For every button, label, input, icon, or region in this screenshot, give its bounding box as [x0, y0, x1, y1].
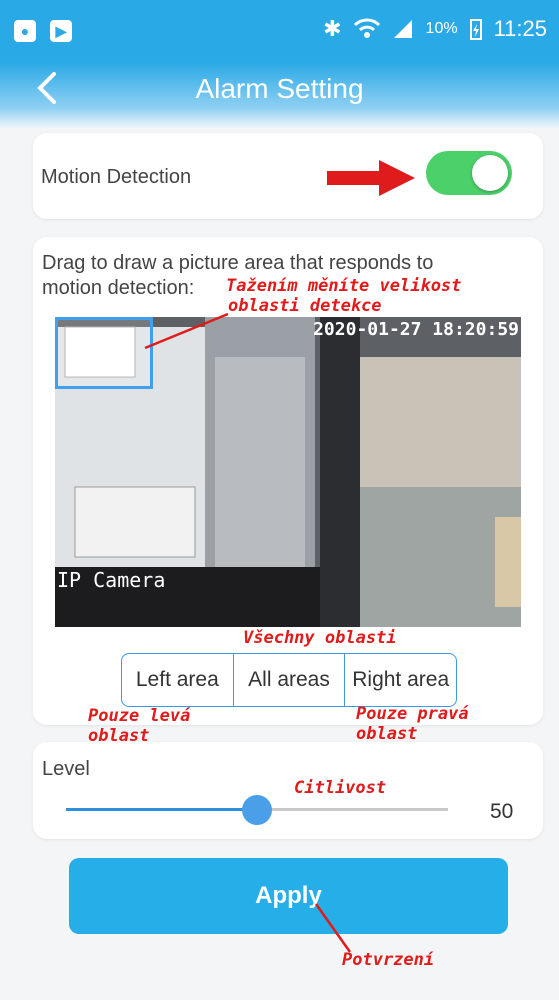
segment-all-areas[interactable]: All areas: [234, 654, 346, 706]
level-label: Level: [42, 758, 90, 780]
annotation-confirm: Potvrzení: [342, 950, 435, 970]
annotation-left-line1: Pouze levá: [88, 706, 191, 726]
notification-video-icon: ▶: [50, 20, 72, 42]
status-bar: ● ▶ ✱ 10% 11:25: [0, 0, 559, 62]
video-camera-label: IP Camera: [57, 568, 166, 592]
toggle-knob: [472, 155, 508, 191]
page-title: Alarm Setting: [195, 73, 364, 104]
segment-left-area[interactable]: Left area: [122, 654, 234, 706]
annotation-line: [144, 312, 229, 350]
signal-icon: [393, 20, 412, 38]
annotation-right-line2: oblast: [356, 724, 418, 744]
bluetooth-icon: ✱: [323, 16, 342, 41]
camera-preview[interactable]: 2020-01-27 18:20:59 IP Camera: [55, 317, 521, 627]
clock: 11:25: [493, 16, 547, 41]
level-value: 50: [490, 800, 514, 823]
notification-location-icon: ●: [14, 20, 36, 42]
area-instruction-line1: Drag to draw a picture area that respond…: [42, 252, 434, 274]
slider-track-fill: [66, 808, 257, 811]
apply-button[interactable]: Apply: [69, 858, 508, 934]
battery-percent: 10%: [425, 20, 458, 37]
area-instruction-line2: motion detection:: [42, 277, 195, 299]
slider-thumb[interactable]: [242, 795, 272, 825]
motion-detection-toggle[interactable]: [426, 151, 512, 195]
wifi-icon: [353, 18, 380, 38]
motion-detection-label: Motion Detection: [41, 166, 192, 188]
battery-icon: [469, 19, 482, 40]
video-timestamp: 2020-01-27 18:20:59: [313, 319, 519, 340]
segment-right-area[interactable]: Right area: [345, 654, 456, 706]
level-slider[interactable]: [66, 795, 448, 825]
annotation-resize-line2: oblasti detekce: [228, 296, 382, 316]
annotation-arrow-icon: [327, 160, 415, 196]
detection-area-selection[interactable]: [55, 317, 153, 389]
area-segmented-control: Left area All areas Right area: [121, 653, 457, 707]
annotation-right-line1: Pouze pravá: [356, 704, 469, 724]
annotation-resize-line1: Tažením měníte velikost: [226, 276, 462, 296]
annotation-all-areas: Všechny oblasti: [243, 628, 397, 648]
